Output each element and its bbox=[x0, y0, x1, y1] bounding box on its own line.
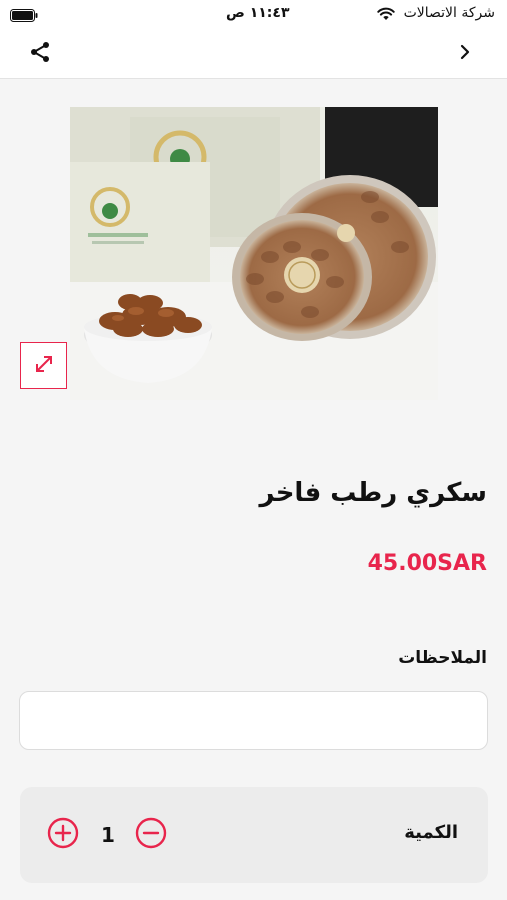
product-title: سكري رطب فاخر bbox=[259, 478, 487, 508]
notes-input[interactable] bbox=[19, 691, 488, 750]
carrier-name: شركة الاتصالات bbox=[403, 5, 495, 21]
product-image bbox=[70, 107, 438, 400]
decrease-quantity-button[interactable] bbox=[134, 817, 168, 853]
quantity-label: الكمية bbox=[404, 822, 458, 843]
nav-bar bbox=[0, 30, 507, 79]
quantity-panel: الكمية 1 bbox=[20, 787, 488, 883]
back-button[interactable] bbox=[447, 36, 483, 72]
expand-icon bbox=[32, 352, 56, 380]
battery-icon bbox=[10, 7, 38, 26]
chevron-right-icon bbox=[458, 44, 472, 64]
status-bar: شركة الاتصالات ١١:٤٣ ص bbox=[0, 0, 507, 30]
notes-label: الملاحظات bbox=[398, 648, 487, 668]
status-time: ١١:٤٣ ص bbox=[226, 5, 290, 21]
quantity-value: 1 bbox=[101, 823, 115, 847]
expand-image-button[interactable] bbox=[20, 342, 67, 389]
share-button[interactable] bbox=[22, 36, 58, 72]
wifi-icon bbox=[377, 6, 395, 25]
increase-quantity-button[interactable] bbox=[46, 817, 80, 853]
share-icon bbox=[28, 40, 52, 68]
plus-circle-icon bbox=[47, 817, 79, 853]
product-price: 45.00SAR bbox=[367, 551, 487, 576]
minus-circle-icon bbox=[135, 817, 167, 853]
